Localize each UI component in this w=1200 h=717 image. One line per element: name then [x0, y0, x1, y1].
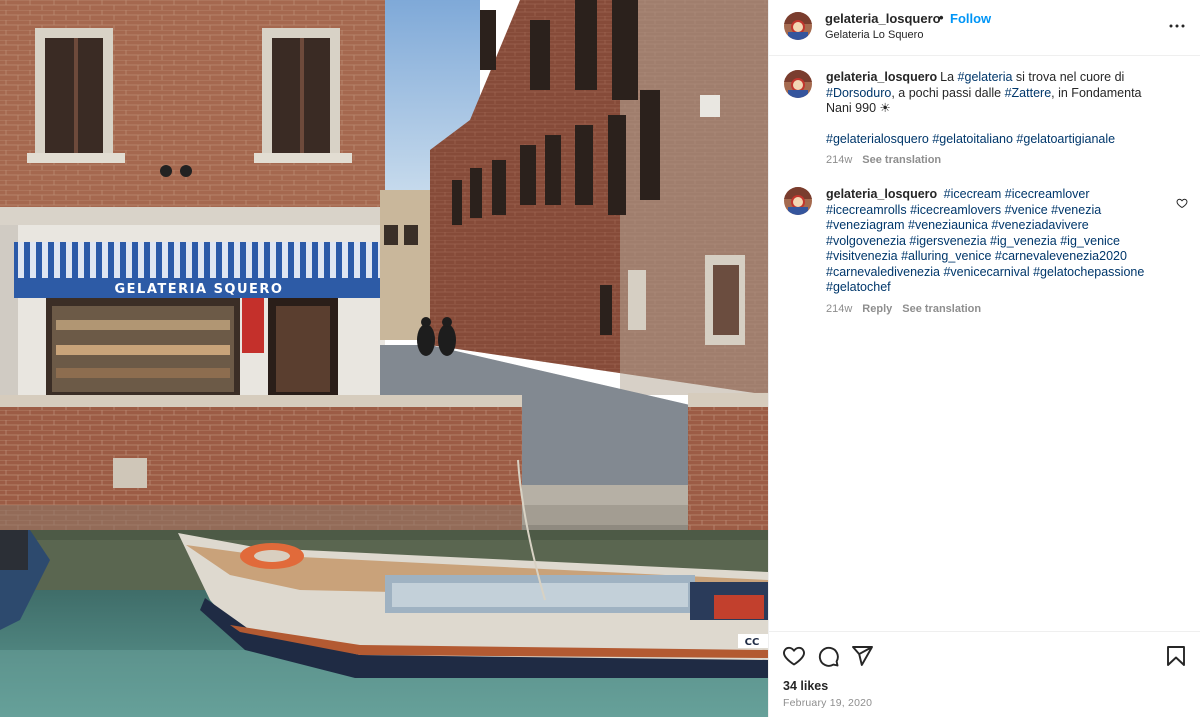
comment-hashtag[interactable]: #gelatochef — [826, 280, 891, 294]
caption-hashtag[interactable]: #gelateria — [958, 70, 1013, 84]
bookmark-icon[interactable] — [1164, 644, 1188, 668]
more-horizontal-icon[interactable] — [1165, 14, 1189, 38]
boat-registration-label: CC — [745, 637, 760, 648]
shop-sign: GELATERIA SQUERO — [115, 282, 284, 297]
comment-icon[interactable] — [816, 644, 840, 668]
post-actions-bar: 34 likes February 19, 2020 — [769, 631, 1200, 717]
comment-hashtag[interactable]: #venezia — [1051, 203, 1101, 217]
comment-hashtag[interactable]: #carnevaledivenezia — [826, 265, 940, 279]
comment-avatar[interactable] — [784, 187, 812, 215]
author-username[interactable]: gelateria_losquero — [825, 11, 941, 26]
caption-hashtag[interactable]: #Zattere — [1005, 86, 1052, 100]
caption-seg-2: si trova nel cuore di — [1012, 70, 1125, 84]
caption-text: gelateria_losquero La #gelateria si trova… — [826, 70, 1166, 147]
comment-reply-button[interactable]: Reply — [862, 303, 892, 315]
caption-avatar[interactable] — [784, 70, 812, 98]
comment-hashtag[interactable]: #icecreamrolls — [826, 203, 907, 217]
post-header: gelateria_losquero • Follow Gelateria Lo… — [769, 0, 1200, 56]
comment-hashtag[interactable]: #veneziagram — [826, 218, 905, 232]
comment-see-translation-button[interactable]: See translation — [902, 303, 981, 315]
comment-hashtag[interactable]: #visitvenezia — [826, 249, 898, 263]
comment-text: gelateria_losquero #icecream #icecreamlo… — [826, 187, 1166, 296]
likes-count[interactable]: 34 likes — [783, 679, 828, 693]
post-viewer: GELATERIA SQUERO CC gelateria_losquero •… — [0, 0, 1200, 717]
comment-hashtag[interactable]: #carnevalevenezia2020 — [995, 249, 1127, 263]
follow-button[interactable]: Follow — [950, 11, 991, 26]
caption-username[interactable]: gelateria_losquero — [826, 70, 937, 84]
venice-canal-photo: GELATERIA SQUERO CC — [0, 0, 768, 717]
post-details-panel: gelateria_losquero • Follow Gelateria Lo… — [768, 0, 1200, 717]
comment-username[interactable]: gelateria_losquero — [826, 187, 937, 201]
caption-hashtag[interactable]: #Dorsoduro — [826, 86, 891, 100]
header-separator: • — [939, 10, 944, 25]
comment-hashtag[interactable]: #icecreamlovers — [910, 203, 1001, 217]
comment-hashtag[interactable]: #ig_venice — [1060, 234, 1120, 248]
comment-hashtag[interactable]: #venice — [1005, 203, 1048, 217]
comment-hashtag[interactable]: #veneziadavivere — [991, 218, 1088, 232]
comment-hashtag[interactable]: #alluring_venice — [901, 249, 991, 263]
caption-timestamp[interactable]: 214w — [826, 154, 852, 166]
comment-like-heart-icon[interactable] — [1176, 197, 1188, 209]
comment-hashtag[interactable]: #ig_venezia — [990, 234, 1057, 248]
comment-hashtag[interactable]: #icecreamlover — [1005, 187, 1090, 201]
caption-hashtag-line: #gelaterialosquero #gelatoitaliano #gela… — [826, 132, 1166, 148]
comment-hashtag[interactable]: #gelatochepassione — [1033, 265, 1144, 279]
post-location[interactable]: Gelateria Lo Squero — [825, 29, 923, 41]
comment-hashtag[interactable]: #volgovenezia — [826, 234, 906, 248]
post-date[interactable]: February 19, 2020 — [783, 697, 872, 709]
caption-hashtags[interactable]: #gelaterialosquero #gelatoitaliano #gela… — [826, 132, 1115, 146]
comment-timestamp[interactable]: 214w — [826, 303, 852, 315]
caption-see-translation-button[interactable]: See translation — [862, 154, 941, 166]
caption-seg-4: , a pochi passi dalle — [891, 85, 1005, 100]
comment-meta: 214w Reply See translation — [826, 303, 991, 315]
caption-seg-0: La — [940, 70, 958, 84]
paper-plane-icon[interactable] — [850, 644, 874, 668]
comment-hashtag[interactable]: #icecream — [944, 187, 1002, 201]
author-avatar[interactable] — [784, 12, 812, 40]
caption-meta: 214w See translation — [826, 154, 951, 166]
comment-hashtag[interactable]: #igersvenezia — [909, 234, 986, 248]
comment-hashtag[interactable]: #veneziaunica — [908, 218, 988, 232]
comment-hashtag[interactable]: #venicecarnival — [943, 265, 1029, 279]
heart-icon[interactable] — [782, 644, 806, 668]
post-photo[interactable]: GELATERIA SQUERO CC — [0, 0, 768, 717]
